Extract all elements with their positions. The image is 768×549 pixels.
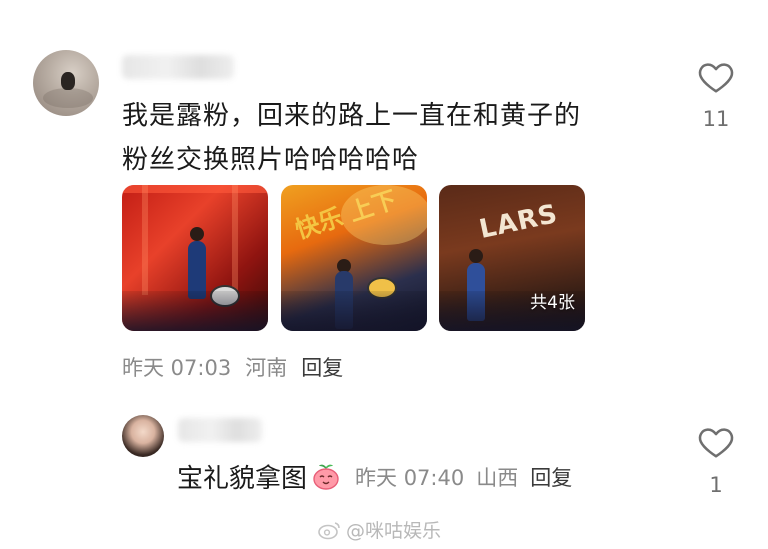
comment-meta: 昨天 07:40 山西 回复 [355,466,584,490]
performer-head [190,227,204,241]
comment-time: 昨天 07:03 [122,356,232,380]
peach-smile-icon [313,464,339,490]
comment-location: 山西 [476,466,519,490]
avatar-shadow [43,88,93,108]
stage-floor [122,291,268,331]
photo-thumbnail[interactable] [122,185,268,331]
avatar[interactable] [122,415,164,457]
reply-comment: 宝礼貌拿图 昨天 07:40 山西 回复 [177,458,584,495]
like-heart-icon[interactable] [697,423,735,461]
like-count: 11 [702,107,730,131]
comment-meta: 昨天 07:03 河南 回复 [122,352,357,382]
stage-floor [281,291,427,331]
reply-button[interactable]: 回复 [530,466,572,490]
watermark-text: @咪咕娱乐 [346,520,442,542]
stage-light [142,185,148,295]
comment-text: 宝礼貌拿图 [177,464,308,494]
stage-light [341,185,427,245]
stage-light [232,185,238,295]
cat-silhouette [61,72,75,90]
comment-text-line: 粉丝交换照片哈哈哈哈哈 [122,145,420,175]
like-heart-icon[interactable] [697,58,735,96]
comment-location: 河南 [245,356,288,380]
performer-head [469,249,483,263]
username-blurred[interactable] [122,55,234,79]
photo-thumbnail[interactable]: 快乐 上下 [281,185,427,331]
avatar[interactable] [33,50,99,116]
weibo-icon [318,522,340,540]
photo-thumbnail[interactable]: LARS 共4张 [439,185,585,331]
photo-count-badge: 共4张 [530,293,575,313]
comment-text: 我是露粉，回来的路上一直在和黄子的 粉丝交换照片哈哈哈哈哈 [122,94,662,182]
username-blurred[interactable] [178,418,262,442]
comment-time: 昨天 07:40 [355,466,465,490]
reply-button[interactable]: 回复 [301,356,343,380]
comment-text-line: 我是露粉，回来的路上一直在和黄子的 [122,101,582,131]
like-count: 1 [709,473,723,497]
watermark: @咪咕娱乐 [318,516,441,543]
stage-banner-text: LARS [476,199,561,245]
